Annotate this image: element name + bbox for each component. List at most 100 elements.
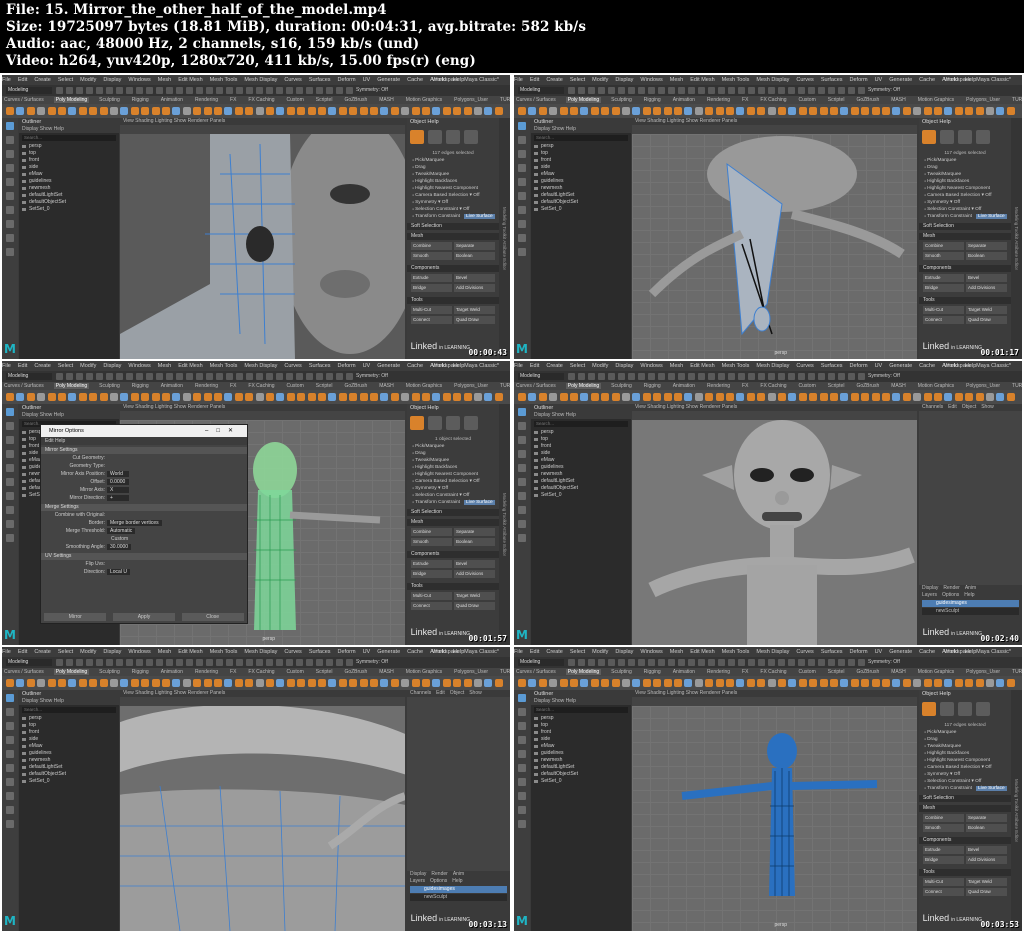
shelf-tool-icon[interactable] (172, 679, 181, 687)
shelf-tool-icon[interactable] (944, 393, 953, 401)
outliner-item[interactable]: eMaw (531, 171, 631, 178)
shelf-tool-icon[interactable] (338, 393, 347, 401)
outliner-item[interactable]: persp (531, 143, 631, 150)
shelf-tool-icon[interactable] (746, 393, 755, 401)
shelf-tool-icon[interactable] (141, 679, 150, 687)
toolkit-button[interactable]: Boolean (966, 824, 1007, 832)
workspace-selector[interactable]: Workspace : Maya Classic* (944, 75, 1011, 85)
shelf-tool-icon[interactable] (746, 107, 755, 115)
viewport-toolbar[interactable] (120, 125, 405, 134)
selection-option[interactable]: Highlight Backfaces (919, 750, 1011, 757)
viewport-toolbar[interactable] (120, 697, 405, 706)
menu-item[interactable]: Select (58, 77, 73, 83)
shelf-tool-icon[interactable] (130, 679, 139, 687)
menu-item[interactable]: Cache (407, 77, 423, 83)
toolkit-button[interactable]: Bevel (454, 560, 495, 568)
shelf-tool-icon[interactable] (1006, 679, 1015, 687)
option-value[interactable]: Automatic (107, 528, 136, 534)
status-tool-icon[interactable] (246, 87, 253, 94)
menu-item[interactable]: Mesh Tools (210, 363, 238, 369)
shelf-tool-icon[interactable] (120, 393, 129, 401)
status-tool-icon[interactable] (678, 87, 685, 94)
menu-item[interactable]: Display (615, 77, 633, 83)
shelf-tab[interactable]: Polygons_User (964, 97, 1002, 103)
side-tab[interactable]: Modeling Toolkit Attribute Editor (499, 404, 510, 645)
toolbox-tool-icon[interactable] (6, 248, 14, 256)
status-tool-icon[interactable] (336, 659, 343, 666)
toolkit-button[interactable]: Bevel (966, 846, 1007, 854)
section-header[interactable]: Mesh (407, 233, 499, 240)
symmetry-option[interactable]: Symmetry ▾ Off (919, 771, 1011, 778)
toolbox-tool-icon[interactable] (518, 722, 526, 730)
shelf-tool-icon[interactable] (99, 679, 108, 687)
toolbox-tool-icon[interactable] (518, 220, 526, 228)
toolbox-tool-icon[interactable] (518, 422, 526, 430)
side-tab[interactable]: Modeling Toolkit Attribute Editor (1011, 118, 1022, 359)
shelf-tool-icon[interactable] (819, 107, 828, 115)
shelf-tool-icon[interactable] (694, 107, 703, 115)
toolbox-tool-icon[interactable] (6, 178, 14, 186)
menu-item[interactable]: Create (34, 363, 51, 369)
status-tool-icon[interactable] (808, 373, 815, 380)
outliner-item[interactable]: persp (19, 715, 119, 722)
shelf-tab[interactable]: Custom (285, 669, 306, 675)
select-mode-icon[interactable] (922, 702, 936, 716)
toolbox-tool-icon[interactable] (518, 206, 526, 214)
status-tool-icon[interactable] (828, 659, 835, 666)
shelf-tool-icon[interactable] (214, 107, 222, 115)
shelf-tool-icon[interactable] (224, 107, 233, 115)
toolkit-button[interactable]: Extrude (411, 274, 452, 282)
menu-item[interactable]: Select (570, 77, 585, 83)
side-tab[interactable]: Modeling Toolkit Attribute Editor (499, 118, 510, 359)
shelf-tool-icon[interactable] (622, 107, 630, 115)
camera-based-selection[interactable]: Camera Based Selection ▾ Off (407, 478, 499, 485)
menu-item[interactable]: UV (875, 649, 883, 655)
toolbox-tool-icon[interactable] (518, 478, 526, 486)
shelf-tool-icon[interactable] (99, 393, 108, 401)
status-tool-icon[interactable] (608, 659, 615, 666)
status-tool-icon[interactable] (798, 87, 805, 94)
menu-item[interactable]: File (514, 77, 523, 83)
menu-item[interactable]: Edit (530, 77, 539, 83)
shelf-tool-icon[interactable] (538, 107, 547, 115)
shelf-tool-icon[interactable] (89, 393, 98, 401)
shelf-tool-icon[interactable] (338, 107, 347, 115)
layer-menu-item[interactable]: Help (452, 878, 462, 884)
shelf-tool-icon[interactable] (518, 107, 526, 115)
shelf-tool-icon[interactable] (89, 107, 98, 115)
shelf-tab[interactable]: Rigging (130, 383, 151, 389)
toolkit-button[interactable]: Combine (411, 528, 452, 536)
shelf-tool-icon[interactable] (882, 679, 890, 687)
viewport-toolbar[interactable] (632, 125, 917, 134)
status-tool-icon[interactable] (618, 87, 625, 94)
shelf-tool-icon[interactable] (923, 107, 932, 115)
toolkit-button[interactable]: Bridge (923, 856, 964, 864)
shelf-tool-icon[interactable] (130, 107, 139, 115)
shelf-tool-icon[interactable] (484, 107, 493, 115)
shelf-tool-icon[interactable] (151, 679, 160, 687)
status-tool-icon[interactable] (848, 659, 855, 666)
status-tool-icon[interactable] (166, 659, 173, 666)
viewport[interactable]: View Shading Lighting Show Renderer Pane… (632, 118, 917, 359)
outliner-item[interactable]: SetSet_0 (19, 206, 119, 213)
outliner-item[interactable]: front (531, 157, 631, 164)
shelf-tool-icon[interactable] (453, 679, 462, 687)
status-tool-icon[interactable] (86, 87, 93, 94)
shelf-tool-icon[interactable] (6, 393, 14, 401)
status-tool-icon[interactable] (618, 659, 625, 666)
menu-item[interactable]: Windows (640, 363, 662, 369)
shelf-tab[interactable]: Curves / Surfaces (514, 383, 558, 389)
channel-tab[interactable]: Show (981, 404, 994, 410)
shelf-tool-icon[interactable] (193, 107, 202, 115)
status-tool-icon[interactable] (286, 659, 293, 666)
shelf-tool-icon[interactable] (746, 679, 755, 687)
shelf-tool-icon[interactable] (954, 679, 963, 687)
shelf-tab[interactable]: TURTLE (498, 383, 510, 389)
shelf-tab[interactable]: Scriptel (826, 383, 847, 389)
selection-option[interactable]: Pick/Marquee (407, 443, 499, 450)
menu-item[interactable]: Select (570, 363, 585, 369)
select-mode-icon[interactable] (410, 130, 424, 144)
menu-item[interactable]: Deform (338, 649, 356, 655)
window-controls-icon[interactable]: –□✕ (205, 425, 241, 437)
outliner-item[interactable]: top (19, 722, 119, 729)
